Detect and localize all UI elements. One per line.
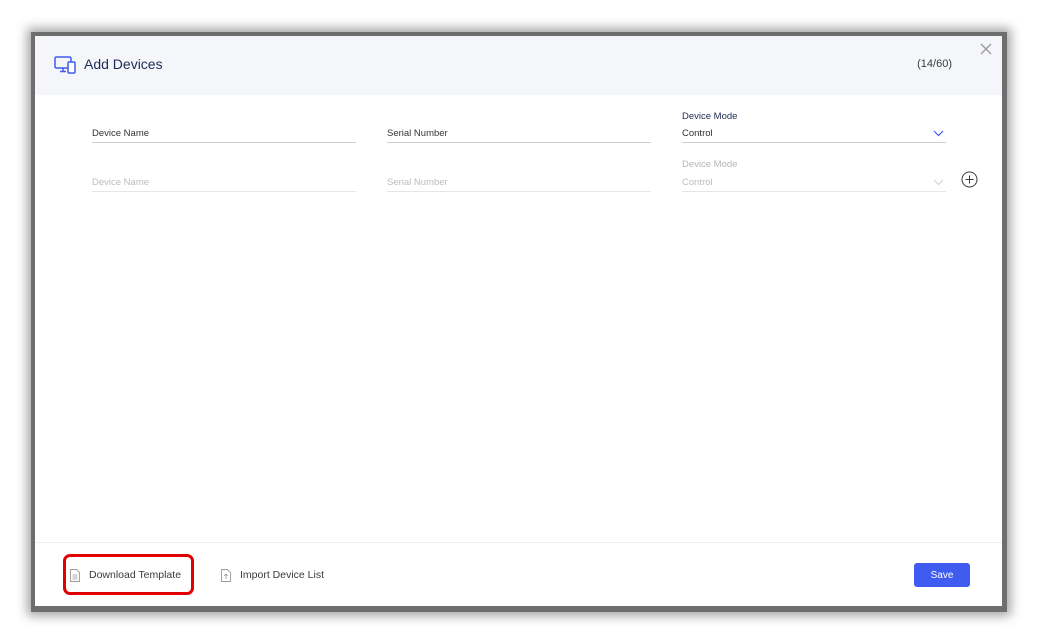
plus-circle-icon[interactable] <box>961 171 978 188</box>
chevron-down-icon <box>933 179 944 186</box>
device-counter: (14/60) <box>917 58 952 70</box>
serial-number-placeholder: Serial Number <box>387 177 448 188</box>
device-mode-select[interactable]: Control <box>682 177 946 192</box>
device-mode-underline <box>682 191 946 192</box>
document-import-icon <box>221 568 231 582</box>
device-name-placeholder: Device Name <box>92 177 150 188</box>
device-name-underline <box>92 191 356 192</box>
serial-number-input[interactable]: Serial Number <box>387 177 651 192</box>
download-template-label: Download Template <box>89 569 182 581</box>
dialog-title: Add Devices <box>84 56 163 72</box>
device-mode-label: Device Mode <box>682 111 738 122</box>
document-icon <box>70 568 80 582</box>
dialog-header: Add Devices (14/60) <box>35 36 1002 95</box>
device-name-input[interactable]: Device Name <box>92 177 356 192</box>
add-devices-dialog: Add Devices (14/60) Device Name Serial N… <box>35 36 1002 606</box>
device-mode-label: Device Mode <box>682 159 738 170</box>
close-icon[interactable] <box>978 41 994 57</box>
device-name-placeholder: Device Name <box>92 128 150 139</box>
save-button[interactable]: Save <box>914 563 970 587</box>
device-mode-value: Control <box>682 128 713 139</box>
footer-divider <box>35 542 1002 543</box>
serial-number-underline <box>387 142 651 143</box>
import-device-list-link[interactable]: Import Device List <box>221 564 324 586</box>
import-device-list-label: Import Device List <box>240 569 325 581</box>
serial-number-underline <box>387 191 651 192</box>
device-name-underline <box>92 142 356 143</box>
serial-number-input[interactable]: Serial Number <box>387 128 651 143</box>
chevron-down-icon <box>933 130 944 137</box>
download-template-link[interactable]: Download Template <box>70 564 181 586</box>
devices-icon <box>54 56 76 74</box>
device-mode-select[interactable]: Control <box>682 128 946 143</box>
device-mode-value: Control <box>682 177 713 188</box>
device-mode-underline <box>682 142 946 143</box>
device-name-input[interactable]: Device Name <box>92 128 356 143</box>
serial-number-placeholder: Serial Number <box>387 128 448 139</box>
